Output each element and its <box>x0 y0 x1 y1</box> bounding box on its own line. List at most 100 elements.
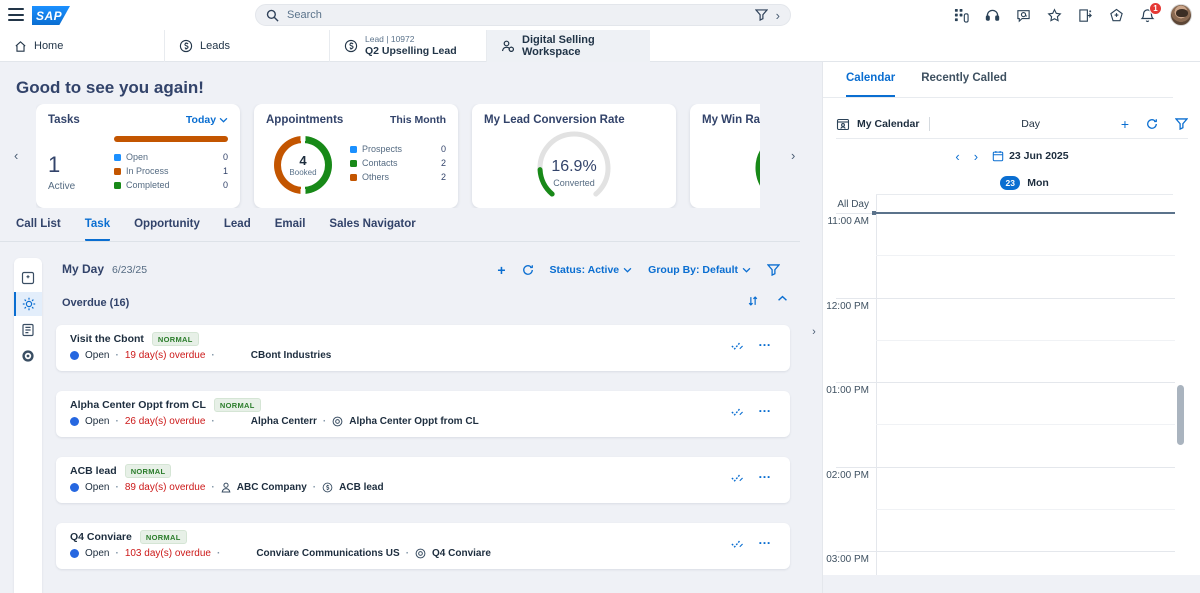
task-related-link[interactable]: ACB lead <box>339 482 383 493</box>
legend-chip-completed <box>114 182 121 189</box>
tasks-period-dropdown[interactable]: Today <box>186 114 228 126</box>
my-day-header: My Day 6/23/25 <box>62 262 147 276</box>
search-expand-chevron-icon[interactable]: › <box>776 8 780 23</box>
task-company-link[interactable]: Alpha Centerr <box>251 416 317 427</box>
headset-icon[interactable] <box>984 7 1000 23</box>
carousel-prev-icon[interactable]: ‹ <box>14 148 18 163</box>
prev-day-chevron-icon[interactable]: ‹ <box>955 149 959 164</box>
search-input[interactable] <box>287 9 747 21</box>
notification-badge: 1 <box>1149 2 1162 15</box>
menu-icon[interactable] <box>8 8 24 21</box>
legend-label: Contacts <box>362 158 398 168</box>
lead-icon <box>344 39 358 53</box>
rail-report-icon[interactable] <box>14 318 42 342</box>
complete-task-icon[interactable] <box>730 339 744 352</box>
day-number-badge: 23 <box>1000 176 1020 190</box>
group-by-dropdown[interactable]: Group By: Default <box>648 264 751 276</box>
next-day-chevron-icon[interactable]: › <box>974 149 978 164</box>
overdue-group-header[interactable]: Overdue (16) <box>62 297 129 309</box>
day-column-header[interactable]: 23 Mon <box>876 172 1173 195</box>
task-row[interactable]: ACB lead NORMAL Open 89 day(s) overdue A… <box>56 457 790 503</box>
calendar-panel: Calendar Recently Called My Calendar Day… <box>822 62 1200 593</box>
more-actions-icon[interactable] <box>758 466 772 481</box>
chat-mention-icon[interactable] <box>1015 7 1031 23</box>
lead-conversion-card[interactable]: My Lead Conversion Rate 16.9% Converted <box>472 104 676 208</box>
task-row[interactable]: Alpha Center Oppt from CL NORMAL Open 26… <box>56 391 790 437</box>
tab-opportunity[interactable]: Opportunity <box>134 218 200 241</box>
add-icon[interactable]: + <box>497 262 505 278</box>
list-filter-icon[interactable] <box>767 264 780 276</box>
win-rate-gauge-chart: 38 <box>690 130 760 204</box>
priority-badge: NORMAL <box>214 398 261 412</box>
tab-task[interactable]: Task <box>85 218 110 241</box>
dialpad-phone-icon[interactable] <box>953 7 969 23</box>
calendar-view-selector[interactable]: Day <box>940 118 1120 130</box>
legend-label: Prospects <box>362 144 402 154</box>
collapse-group-chevron-icon[interactable] <box>777 295 788 307</box>
legend-label: Completed <box>126 180 170 190</box>
tasks-active-count: 1 <box>48 152 75 178</box>
favorites-star-icon[interactable] <box>1046 7 1062 23</box>
appointments-card[interactable]: Appointments This Month 4 Booked Prospec… <box>254 104 458 208</box>
task-status: Open <box>85 350 109 361</box>
user-avatar[interactable] <box>1170 4 1192 26</box>
nav-tab-leads[interactable]: Leads <box>165 30 330 62</box>
calendar-refresh-icon[interactable] <box>1146 118 1158 130</box>
workspace-icon <box>501 39 515 53</box>
account-person-icon <box>221 482 231 493</box>
tab-calendar[interactable]: Calendar <box>846 72 895 97</box>
complete-task-icon[interactable] <box>730 405 744 418</box>
task-row[interactable]: Q4 Conviare NORMAL Open 103 day(s) overd… <box>56 523 790 569</box>
more-actions-icon[interactable] <box>758 334 772 349</box>
search-bar[interactable]: › <box>255 4 791 26</box>
date-picker[interactable]: 23 Jun 2025 <box>992 150 1069 162</box>
nav-tab-lead-object[interactable]: Lead | 10972 Q2 Upselling Lead <box>330 30 487 62</box>
task-company-link[interactable]: ABC Company <box>237 482 307 493</box>
calendar-add-icon[interactable]: + <box>1121 116 1129 132</box>
task-related-link[interactable]: Alpha Center Oppt from CL <box>349 416 478 427</box>
refresh-icon[interactable] <box>522 264 534 276</box>
task-title: Alpha Center Oppt from CL <box>70 399 206 411</box>
panel-expand-chevron-icon[interactable]: › <box>806 320 822 344</box>
task-row[interactable]: Visit the Cbont NORMAL Open 19 day(s) ov… <box>56 325 790 371</box>
carousel-next-icon[interactable]: › <box>791 148 795 163</box>
calendar-scrollbar-thumb[interactable] <box>1177 385 1184 445</box>
tab-email[interactable]: Email <box>275 218 306 241</box>
tab-call-list[interactable]: Call List <box>16 218 61 241</box>
sort-icon[interactable] <box>747 295 759 307</box>
nav-tab-workspace[interactable]: Digital Selling Workspace <box>487 30 650 62</box>
task-title: ACB lead <box>70 465 117 477</box>
panel-bottom-spacer <box>823 575 1200 593</box>
tag-add-icon[interactable] <box>1108 7 1124 23</box>
complete-task-icon[interactable] <box>730 537 744 550</box>
rail-my-day-icon[interactable] <box>14 292 42 316</box>
list-controls: + Status: Active Group By: Default <box>497 262 780 278</box>
tab-recently-called[interactable]: Recently Called <box>921 72 1007 97</box>
task-related-link[interactable]: Q4 Conviare <box>432 548 491 559</box>
rail-card-add-icon[interactable] <box>14 266 42 290</box>
status-filter-dropdown[interactable]: Status: Active <box>550 264 633 276</box>
search-filter-icon[interactable] <box>755 9 768 21</box>
nav-tab-home[interactable]: Home <box>0 30 165 62</box>
task-company-link[interactable]: Conviare Communications US <box>256 548 399 559</box>
more-actions-icon[interactable] <box>758 400 772 415</box>
legend-value: 1 <box>223 166 228 176</box>
more-actions-icon[interactable] <box>758 532 772 547</box>
calendar-icon <box>992 150 1004 162</box>
work-tab-strip: Call List Task Opportunity Lead Email Sa… <box>0 218 800 242</box>
task-company-link[interactable]: CBont Industries <box>251 350 332 361</box>
opportunity-icon <box>415 548 426 559</box>
tab-sales-navigator[interactable]: Sales Navigator <box>329 218 415 241</box>
rail-target-icon[interactable] <box>14 344 42 368</box>
sap-logo: SAP <box>32 6 70 25</box>
tasks-card[interactable]: Tasks Today 1 Active Open0 In Process1 C… <box>36 104 240 208</box>
session-add-icon[interactable] <box>1077 7 1093 23</box>
calendar-filter-icon[interactable] <box>1175 118 1188 130</box>
win-rate-card[interactable]: My Win Rate 38 <box>690 104 760 208</box>
complete-task-icon[interactable] <box>730 471 744 484</box>
task-overdue: 26 day(s) overdue <box>125 416 206 427</box>
conversion-card-title: My Lead Conversion Rate <box>484 114 664 126</box>
tab-lead[interactable]: Lead <box>224 218 251 241</box>
notifications-bell-icon[interactable]: 1 <box>1139 7 1155 23</box>
calendar-day-grid[interactable]: All Day 11:00 AM 12:00 PM 01:00 PM 02:00… <box>823 195 1175 575</box>
